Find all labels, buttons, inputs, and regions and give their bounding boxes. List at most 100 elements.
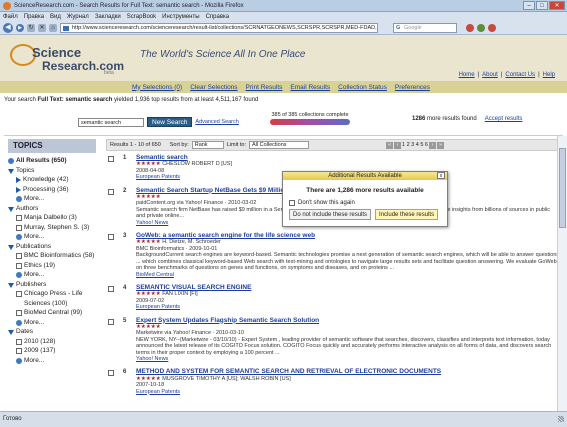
collections-status: 385 of 385 collections complete	[270, 112, 350, 125]
facet-label: BioMed Central (99)	[24, 309, 83, 316]
menu-item[interactable]: ScrapBook	[127, 14, 156, 20]
result-checkbox[interactable]	[108, 285, 114, 292]
back-icon[interactable]: ◀	[3, 23, 13, 33]
facet-label: Dates	[16, 328, 33, 335]
menu-item[interactable]: Журнал	[67, 14, 89, 20]
menu-item[interactable]: Справка	[206, 14, 230, 20]
bullet-icon	[16, 357, 22, 364]
sort-select[interactable]: Rank	[191, 141, 224, 149]
facet-item[interactable]: Topics	[8, 166, 96, 176]
facet-item[interactable]: More...	[8, 318, 96, 328]
address-bar[interactable]: http://www.scienceresearch.com/sciencere…	[60, 23, 378, 33]
dialog-message: There are 1,286 more results available	[306, 187, 424, 194]
facet-item[interactable]: More...	[8, 232, 96, 242]
facet-item[interactable]: Publications	[8, 242, 96, 252]
action-link[interactable]: Collection Status	[338, 84, 387, 91]
result-source-link[interactable]: European Patents	[136, 389, 560, 395]
accept-results-link[interactable]: Accept results	[485, 116, 523, 122]
facet-item[interactable]: BioMed Central (99)	[8, 308, 96, 318]
result-checkbox[interactable]	[108, 370, 114, 377]
reload-icon[interactable]: ↻	[27, 24, 35, 32]
facet-item[interactable]: More...	[8, 270, 96, 280]
facet-item[interactable]: More...	[8, 194, 96, 204]
exclude-results-button[interactable]: Do not include these results	[289, 209, 372, 220]
menu-item[interactable]: Закладки	[95, 14, 121, 20]
site-logo[interactable]: Science Research.com beta	[6, 40, 124, 76]
include-results-button[interactable]: Include these results	[375, 209, 439, 220]
top-link[interactable]: Contact Us	[505, 72, 535, 78]
menu-item[interactable]: Правка	[24, 14, 44, 20]
more-results-count: 1286	[412, 116, 426, 122]
checkbox-icon[interactable]	[16, 253, 22, 259]
facet-item[interactable]: 2010 (128)	[8, 337, 96, 347]
minimize-icon[interactable]: –	[523, 1, 535, 10]
result-source-link[interactable]: Yahoo! News	[136, 356, 560, 362]
action-link[interactable]: Preferences	[395, 84, 430, 91]
action-link[interactable]: Email Results	[290, 84, 330, 91]
facet-item[interactable]: Processing (36)	[8, 185, 96, 195]
result-checkbox[interactable]	[108, 234, 114, 241]
action-link[interactable]: Print Results	[246, 84, 283, 91]
result-item: 4 SEMANTIC VISUAL SEARCH ENGINE ★★★★★ FAN …	[108, 284, 560, 311]
facet-item[interactable]: Knowledge (42)	[8, 175, 96, 185]
facet-item[interactable]: Chicago Press - Life Sciences (100)	[8, 289, 96, 308]
checkbox-icon[interactable]	[16, 348, 22, 354]
status-bar: Готово	[0, 411, 567, 427]
addon-icon[interactable]	[466, 24, 474, 32]
menu-item[interactable]: Вид	[50, 14, 61, 20]
action-link[interactable]: Clear Selections	[190, 84, 237, 91]
checkbox-icon[interactable]	[16, 262, 22, 269]
next-page-icon[interactable]: ›	[428, 141, 436, 149]
facet-item[interactable]: Manja Dalbello (3)	[8, 213, 96, 223]
forward-icon[interactable]: ▶	[16, 24, 24, 32]
facet-item[interactable]: Ethics (19)	[8, 261, 96, 271]
search-input[interactable]: semantic search	[78, 117, 144, 127]
facet-item[interactable]: BMC Bioinformatics (58)	[8, 251, 96, 261]
bullet-icon	[16, 234, 22, 240]
last-page-icon[interactable]: »	[436, 141, 444, 149]
top-link[interactable]: About	[482, 72, 498, 78]
result-source-link[interactable]: BioMed Central	[136, 272, 560, 278]
facet-item[interactable]: 2009 (137)	[8, 346, 96, 356]
menu-item[interactable]: Файл	[3, 14, 18, 20]
facet-item[interactable]: Publishers	[8, 280, 96, 290]
prev-page-icon[interactable]: ‹	[393, 141, 401, 149]
page-scrollbar[interactable]	[557, 136, 567, 411]
dont-show-again-checkbox[interactable]	[289, 200, 295, 206]
facet-item[interactable]: Murray, Stephen S. (3)	[8, 223, 96, 233]
stop-icon[interactable]: ✕	[38, 24, 46, 32]
result-checkbox[interactable]	[108, 318, 114, 325]
checkbox-icon[interactable]	[16, 338, 22, 345]
checkbox-icon[interactable]	[16, 224, 22, 231]
top-link[interactable]: Help	[543, 72, 555, 78]
dialog-close-button[interactable]: x	[437, 172, 445, 179]
facet-item[interactable]: Authors	[8, 204, 96, 214]
first-page-icon[interactable]: «	[385, 141, 393, 149]
result-checkbox[interactable]	[108, 188, 114, 195]
facet-item[interactable]: All Results (650)	[8, 156, 96, 166]
page-numbers[interactable]: 1 2 3 4 5 6	[402, 142, 428, 148]
adblock-icon[interactable]	[488, 24, 496, 32]
checkbox-icon[interactable]	[16, 215, 22, 221]
checkbox-icon[interactable]	[16, 291, 22, 297]
limit-select[interactable]: All Collections	[248, 141, 309, 149]
expand-right-icon	[16, 186, 21, 193]
result-source-link[interactable]: European Patents	[136, 304, 560, 310]
maximize-icon[interactable]: □	[536, 1, 548, 10]
advanced-search-link[interactable]: Advanced Search	[195, 119, 238, 125]
result-checkbox[interactable]	[108, 156, 114, 162]
new-search-button[interactable]: New Search	[147, 117, 193, 127]
browser-search-input[interactable]: Google	[393, 23, 457, 33]
resize-grip-icon[interactable]	[558, 416, 564, 422]
checkbox-icon[interactable]	[16, 310, 22, 316]
scrollbar-thumb[interactable]	[559, 148, 566, 228]
scrapbook-icon[interactable]	[477, 24, 485, 32]
home-icon[interactable]: ⌂	[49, 24, 57, 32]
facet-item[interactable]: More...	[8, 356, 96, 366]
close-window-icon[interactable]: ✕	[549, 1, 565, 10]
facet-item[interactable]: Dates	[8, 327, 96, 337]
top-link[interactable]: Home	[459, 72, 475, 78]
menu-item[interactable]: Инструменты	[162, 14, 199, 20]
action-link[interactable]: My Selections (0)	[132, 84, 182, 91]
firefox-icon	[3, 1, 11, 10]
